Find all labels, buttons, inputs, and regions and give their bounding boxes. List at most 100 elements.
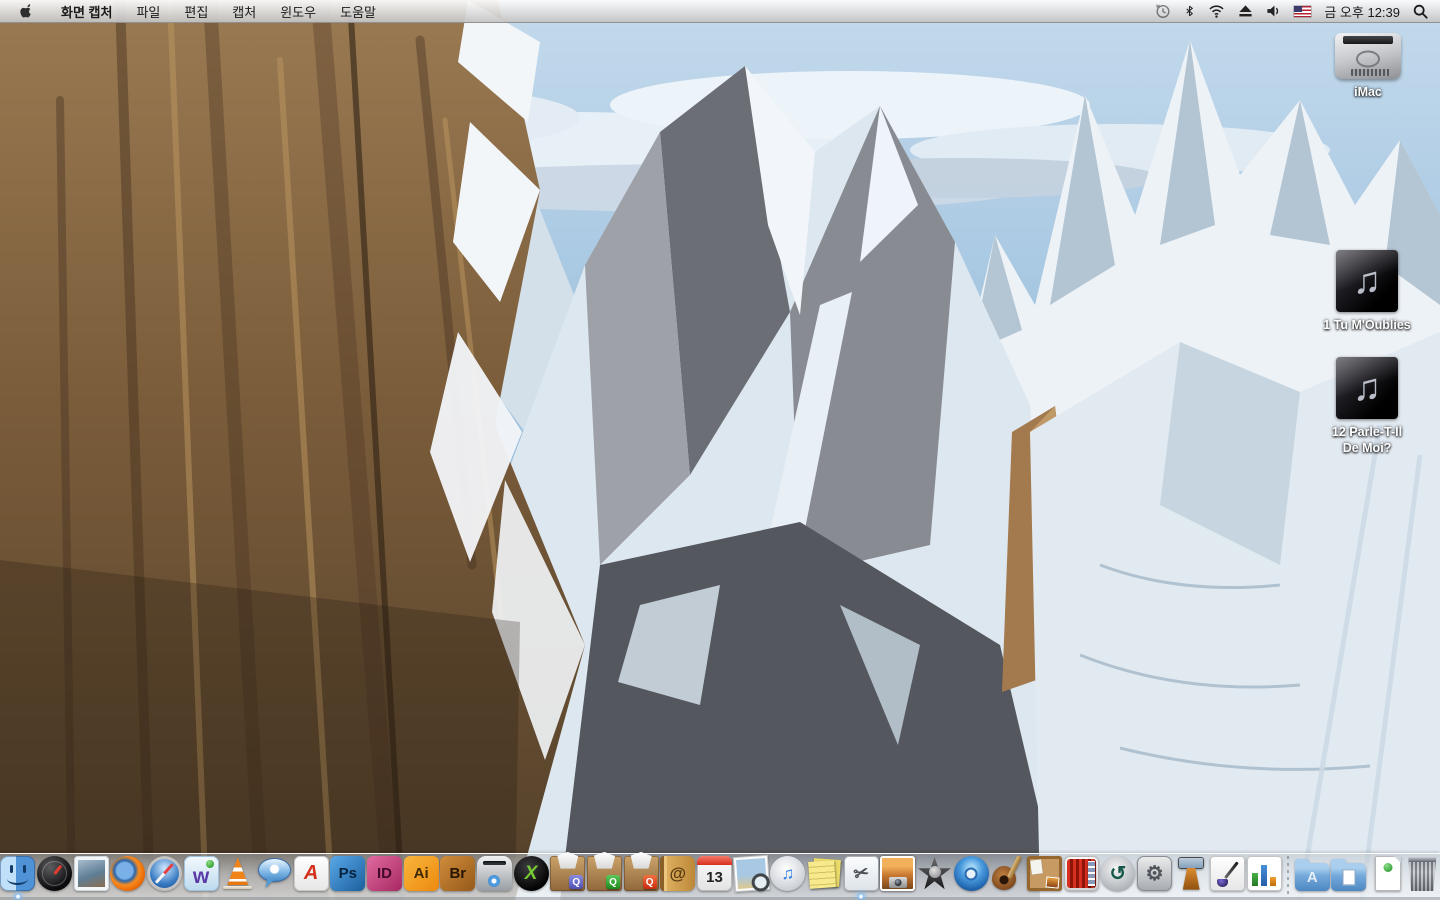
ichat-icon xyxy=(257,856,292,891)
dock-item-stickies[interactable] xyxy=(807,850,843,900)
folder-documents-icon xyxy=(1331,863,1366,891)
unarchiver-q-purple-icon: Q xyxy=(550,856,585,891)
dock-item-address-book[interactable]: @ xyxy=(660,850,696,900)
illustrator-icon: Ai xyxy=(404,856,439,891)
address-book-icon: @ xyxy=(660,856,695,891)
eject-menu-icon[interactable] xyxy=(1238,4,1253,18)
dock-item-photo-booth[interactable] xyxy=(1063,850,1099,900)
dock-item-image-capture[interactable] xyxy=(880,850,916,900)
hard-drive-icon xyxy=(1335,33,1401,79)
unarchiver-q-red-icon: Q xyxy=(624,856,659,891)
dock-item-unarchiver-q-green[interactable]: Q xyxy=(587,850,623,900)
preview-icon xyxy=(732,855,769,892)
dock-item-indesign[interactable]: ID xyxy=(367,850,403,900)
menu-file[interactable]: 파일 xyxy=(124,2,172,21)
menu-help[interactable]: 도움말 xyxy=(328,2,388,21)
dock-item-keynote[interactable] xyxy=(1173,850,1209,900)
dock-item-dashboard[interactable] xyxy=(37,850,73,900)
dock-item-ichat[interactable] xyxy=(257,850,293,900)
acrobat-icon: A xyxy=(294,856,329,891)
dock-item-itunes[interactable]: ♫ xyxy=(770,850,806,900)
dock-item-unarchiver-q-red[interactable]: Q xyxy=(623,850,659,900)
dock-item-mail[interactable] xyxy=(73,850,109,900)
photo-booth-icon xyxy=(1064,856,1099,891)
menu-capture[interactable]: 캡처 xyxy=(220,2,268,21)
image-capture-icon xyxy=(880,856,915,891)
dock-item-wmv-player[interactable]: w xyxy=(183,850,219,900)
unarchiver-q-green-icon: Q xyxy=(587,856,622,891)
dock-items: wAPsIDAiBrXQQQ@13♫✂↺⚙A xyxy=(0,844,1440,900)
dock-item-vlc[interactable] xyxy=(220,850,256,900)
dock-item-document-file[interactable] xyxy=(1368,850,1404,900)
audio-file-icon: ♫ xyxy=(1336,357,1398,419)
volume-menu-icon[interactable] xyxy=(1266,4,1281,18)
desktop-wallpaper[interactable] xyxy=(0,0,1440,900)
dock-item-bridge[interactable]: Br xyxy=(440,850,476,900)
dock-item-grab[interactable]: ✂ xyxy=(843,850,879,900)
desktop-icon-imac-drive[interactable]: iMac xyxy=(1313,33,1423,100)
bridge-icon: Br xyxy=(440,856,475,891)
pages-icon xyxy=(1210,856,1245,891)
dock-item-garageband[interactable] xyxy=(990,850,1026,900)
dock-item-ical[interactable]: 13 xyxy=(697,850,733,900)
bluetooth-menu-icon[interactable] xyxy=(1184,3,1195,19)
ical-icon: 13 xyxy=(697,856,732,891)
menu-clock[interactable]: 금 오후 12:39 xyxy=(1324,2,1400,21)
dock-item-safari[interactable] xyxy=(147,850,183,900)
dock-item-toast[interactable] xyxy=(477,850,513,900)
menu-window[interactable]: 윈도우 xyxy=(268,2,328,21)
finder-icon xyxy=(0,856,35,891)
wmv-player-icon: w xyxy=(184,856,219,891)
imac-drive-label: iMac xyxy=(1313,84,1423,100)
audio-file-icon: ♫ xyxy=(1336,250,1398,312)
desktop-icon-audio-file-1[interactable]: ♫ 1 Tu M'Oublies xyxy=(1297,250,1437,333)
time-machine-menu-icon[interactable] xyxy=(1155,3,1171,19)
photoshop-icon: Ps xyxy=(330,856,365,891)
dock-item-idvd[interactable] xyxy=(953,850,989,900)
dock-item-unarchiver-q-purple[interactable]: Q xyxy=(550,850,586,900)
vlc-icon xyxy=(220,856,255,891)
audio-file-2-label: 12 Parle-T-Il De Moi? xyxy=(1297,424,1437,457)
stickies-icon xyxy=(807,856,842,891)
folder-applications-icon: A xyxy=(1295,863,1330,891)
dock-item-xld[interactable]: X xyxy=(513,850,549,900)
menu-edit[interactable]: 편집 xyxy=(172,2,220,21)
firefox-icon xyxy=(110,856,145,891)
spotlight-icon[interactable] xyxy=(1413,4,1428,19)
desktop-icon-audio-file-2[interactable]: ♫ 12 Parle-T-Il De Moi? xyxy=(1297,357,1437,457)
dock-item-time-machine[interactable]: ↺ xyxy=(1100,850,1136,900)
dock-item-iweb[interactable] xyxy=(1027,850,1063,900)
dock-item-preview[interactable] xyxy=(733,850,769,900)
dock-item-imovie[interactable] xyxy=(917,850,953,900)
time-machine-icon: ↺ xyxy=(1100,856,1135,891)
trash-icon xyxy=(1405,856,1440,891)
input-source-us-flag-icon[interactable] xyxy=(1294,6,1311,17)
dock: wAPsIDAiBrXQQQ@13♫✂↺⚙A xyxy=(0,844,1440,900)
idvd-icon xyxy=(954,856,989,891)
dock-item-folder-applications[interactable]: A xyxy=(1294,850,1330,900)
indesign-icon: ID xyxy=(367,856,402,891)
dock-item-numbers[interactable] xyxy=(1247,850,1283,900)
menu-app-name[interactable]: 화면 캡처 xyxy=(49,2,124,21)
apple-menu-icon[interactable] xyxy=(14,3,49,19)
numbers-icon xyxy=(1247,856,1282,891)
itunes-icon: ♫ xyxy=(770,856,805,891)
dock-item-pages[interactable] xyxy=(1210,850,1246,900)
wifi-menu-icon[interactable] xyxy=(1208,4,1225,18)
mail-icon xyxy=(74,856,109,891)
imovie-icon xyxy=(917,856,952,891)
dock-item-firefox[interactable] xyxy=(110,850,146,900)
dock-item-acrobat[interactable]: A xyxy=(293,850,329,900)
dock-item-system-preferences[interactable]: ⚙ xyxy=(1137,850,1173,900)
document-file-icon xyxy=(1375,856,1401,891)
dock-item-illustrator[interactable]: Ai xyxy=(403,850,439,900)
garageband-icon xyxy=(990,856,1025,891)
keynote-icon xyxy=(1174,856,1209,891)
dock-item-finder[interactable] xyxy=(0,850,36,900)
dock-item-photoshop[interactable]: Ps xyxy=(330,850,366,900)
toast-icon xyxy=(477,856,512,891)
dock-item-folder-documents[interactable] xyxy=(1331,850,1367,900)
dock-item-trash[interactable] xyxy=(1404,850,1440,900)
xld-icon: X xyxy=(514,856,549,891)
iweb-icon xyxy=(1027,856,1062,891)
